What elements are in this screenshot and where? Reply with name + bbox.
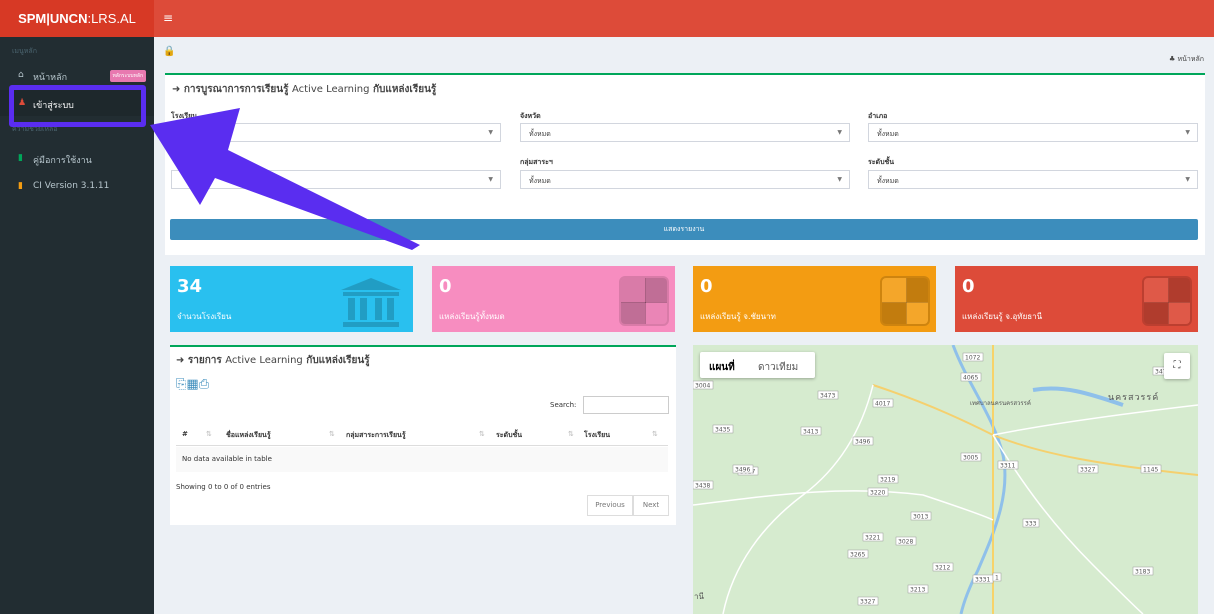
annotation-arrow [150, 108, 420, 250]
